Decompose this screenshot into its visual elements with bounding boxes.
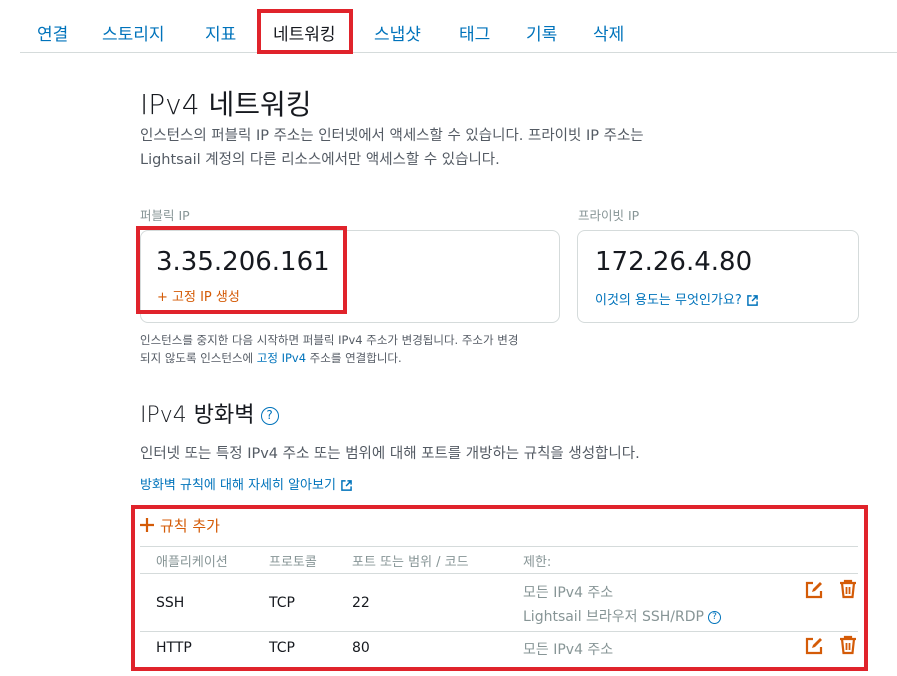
tab-snapshots[interactable]: 스냅샷 [374,20,421,45]
tab-history[interactable]: 기록 [526,20,557,45]
networking-desc-line1: 인스턴스의 퍼블릭 IP 주소는 인터넷에서 액세스할 수 있습니다. 프라이빗… [140,128,644,144]
private-ip-help-text: 이것의 용도는 무엇인가요? [595,293,742,308]
static-ipv4-link[interactable]: 고정 IPv4 [257,351,306,365]
public-ip-highlight-box [136,226,347,314]
tab-bar: 연결 스토리지 지표 네트워킹 스냅샷 태그 기록 삭제 [20,0,897,53]
public-ip-note-line2: 되지 않도록 인스턴스에 고정 IPv4 주소를 연결합니다. [140,351,402,365]
tab-highlight-box [257,9,353,54]
networking-desc-line2: Lightsail 계정의 다른 리소스에서만 액세스할 수 있습니다. [140,152,500,168]
public-ip-label: 퍼블릭 IP [140,208,190,223]
tab-metrics[interactable]: 지표 [205,20,236,45]
tab-connect[interactable]: 연결 [37,20,68,45]
networking-title: IPv4 네트워킹 [140,88,312,121]
rules-highlight-box [131,505,868,671]
private-ip-label: 프라이빗 IP [578,208,640,223]
private-ip-value: 172.26.4.80 [595,247,753,277]
help-icon[interactable]: ? [260,407,279,425]
firewall-learn-more-link[interactable]: 방화벽 규칙에 대해 자세히 알아보기 [140,474,352,493]
external-link-icon [746,295,758,306]
tab-delete[interactable]: 삭제 [593,20,624,45]
firewall-title: IPv4 방화벽? [140,397,279,429]
tab-storage[interactable]: 스토리지 [102,20,165,45]
firewall-learn-more-text: 방화벽 규칙에 대해 자세히 알아보기 [140,478,336,493]
external-link-icon [341,480,352,491]
tab-tags[interactable]: 태그 [459,20,490,45]
public-ip-note-line1: 인스턴스를 중지한 다음 시작하면 퍼블릭 IPv4 주소가 변경됩니다. 주소… [140,333,519,347]
firewall-desc: 인터넷 또는 특정 IPv4 주소 또는 범위에 대해 포트를 개방하는 규칙을… [140,446,640,462]
private-ip-help-link[interactable]: 이것의 용도는 무엇인가요? [595,289,758,308]
